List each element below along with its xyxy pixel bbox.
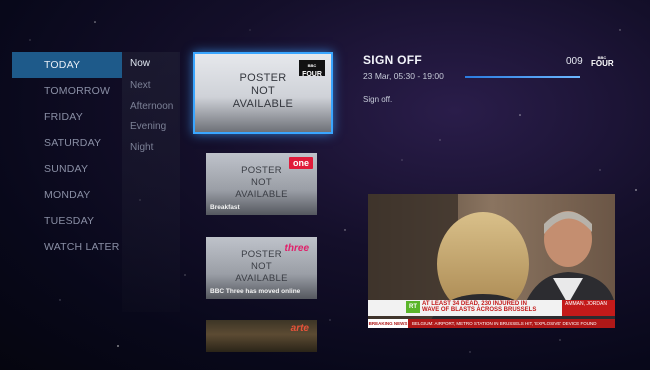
- poster-placeholder-text: POSTER NOT AVAILABLE: [232, 72, 294, 110]
- poster-card-breakfast[interactable]: one POSTER NOT AVAILABLE Breakfast: [206, 153, 317, 215]
- day-menu: TODAY TOMORROW FRIDAY SATURDAY SUNDAY MO…: [12, 52, 122, 260]
- poster-title: Breakfast: [210, 204, 240, 211]
- channel-number: 009: [566, 56, 583, 67]
- ticker-location: AMMAN, JORDAN: [562, 300, 615, 316]
- program-progress-bar: [465, 76, 580, 78]
- slot-item-night[interactable]: Night: [122, 138, 180, 159]
- poster-title: BBC Three has moved online: [210, 288, 301, 295]
- progress-fill: [465, 76, 580, 78]
- poster-placeholder-text: POSTER NOT AVAILABLE: [235, 165, 288, 200]
- day-item-saturday[interactable]: SATURDAY: [12, 130, 122, 156]
- slot-item-now[interactable]: Now: [122, 52, 180, 76]
- program-description: Sign off.: [363, 95, 393, 104]
- arte-logo: arte: [290, 323, 309, 334]
- day-item-monday[interactable]: MONDAY: [12, 182, 122, 208]
- slot-item-afternoon[interactable]: Afternoon: [122, 97, 180, 118]
- slot-item-evening[interactable]: Evening: [122, 117, 180, 138]
- rt-logo: RT: [406, 301, 420, 313]
- poster-placeholder-text: POSTER NOT AVAILABLE: [235, 249, 288, 284]
- poster-card-arte[interactable]: arte: [206, 320, 317, 352]
- ticker-crawl-text: BELGIUM: AIRPORT, METRO STATION IN BRUSS…: [412, 321, 597, 326]
- channel-logo-icon: BBC FOUR: [591, 55, 614, 68]
- breaking-news-badge: BREAKING NEWS: [368, 319, 408, 328]
- day-item-friday[interactable]: FRIDAY: [12, 104, 122, 130]
- program-time: 23 Mar, 05:30 - 19:00: [363, 71, 444, 81]
- live-video-preview[interactable]: RT AT LEAST 34 DEAD, 230 INJURED IN WAVE…: [368, 194, 615, 328]
- ticker-headline: AT LEAST 34 DEAD, 230 INJURED IN WAVE OF…: [422, 301, 537, 313]
- day-item-tuesday[interactable]: TUESDAY: [12, 208, 122, 234]
- ticker-crawl-bar: BREAKING NEWS BELGIUM: AIRPORT, METRO ST…: [368, 319, 615, 328]
- day-item-today[interactable]: TODAY: [12, 52, 122, 78]
- tv-guide-screen: TODAY TOMORROW FRIDAY SATURDAY SUNDAY MO…: [0, 0, 650, 370]
- day-item-watch-later[interactable]: WATCH LATER: [12, 234, 122, 260]
- program-title: SIGN OFF: [363, 53, 423, 67]
- day-item-sunday[interactable]: SUNDAY: [12, 156, 122, 182]
- time-slot-menu: Now Next Afternoon Evening Night: [122, 52, 180, 312]
- slot-item-next[interactable]: Next: [122, 76, 180, 97]
- poster-card-bbc-three[interactable]: three POSTER NOT AVAILABLE BBC Three has…: [206, 237, 317, 299]
- news-ticker: RT AT LEAST 34 DEAD, 230 INJURED IN WAVE…: [368, 298, 615, 328]
- day-item-tomorrow[interactable]: TOMORROW: [12, 78, 122, 104]
- poster-card-selected[interactable]: BBC FOUR POSTER NOT AVAILABLE: [193, 52, 333, 134]
